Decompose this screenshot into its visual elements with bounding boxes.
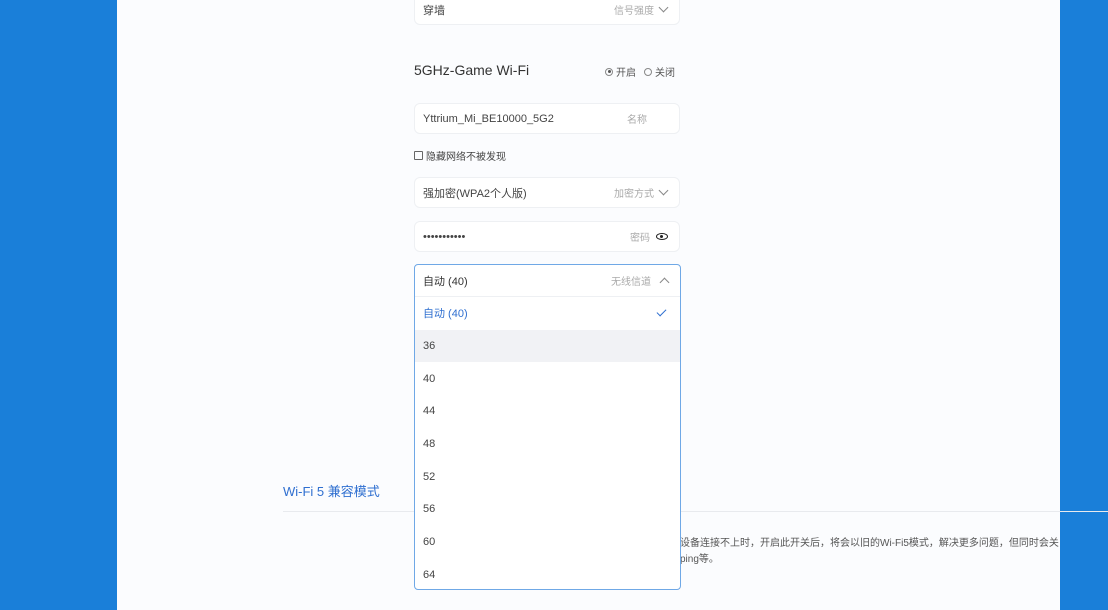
hide-network-checkbox[interactable] [414, 151, 423, 160]
signal-strength-value: 穿墙 [423, 2, 614, 18]
radio-off-icon[interactable] [644, 68, 652, 76]
wifi5-description-line1: 设备连接不上时，开启此开关后，将会以旧的Wi-Fi5模式，解决更多问题，但同时会… [680, 536, 1108, 552]
signal-strength-hint: 信号强度 [614, 2, 654, 17]
channel-option[interactable]: 56 [415, 493, 680, 526]
radio-off-label[interactable]: 关闭 [655, 64, 675, 79]
channel-option[interactable]: 40 [415, 362, 680, 395]
chevron-down-icon [659, 186, 669, 196]
wifi5-description-line2: ping等。 [680, 552, 1108, 568]
channel-dropdown[interactable]: 自动 (40) 无线信道 自动 (40) 36 40 44 48 52 56 6… [414, 264, 681, 590]
channel-option[interactable]: 自动 (40) [415, 297, 680, 330]
settings-panel: 穿墙 信号强度 5GHz-Game Wi-Fi 开启 关闭 Yttrium_Mi… [117, 0, 1060, 610]
password-value: ••••••••••• [423, 231, 630, 243]
encryption-select[interactable]: 强加密(WPA2个人版) 加密方式 [414, 177, 680, 208]
encryption-value: 强加密(WPA2个人版) [423, 185, 614, 201]
channel-selected-value: 自动 (40) [423, 273, 611, 289]
radio-on-label[interactable]: 开启 [616, 64, 636, 79]
hide-network-row[interactable]: 隐藏网络不被发现 [414, 148, 506, 163]
ssid-hint: 名称 [627, 111, 647, 126]
channel-option[interactable]: 48 [415, 428, 680, 461]
wifi5-title: Wi-Fi 5 兼容模式 [283, 481, 380, 500]
channel-hint: 无线信道 [611, 273, 651, 288]
ssid-value: Yttrium_Mi_BE10000_5G2 [423, 113, 627, 125]
ssid-field[interactable]: Yttrium_Mi_BE10000_5G2 名称 [414, 103, 680, 134]
eye-icon[interactable] [656, 233, 668, 240]
signal-strength-select[interactable]: 穿墙 信号强度 [414, 0, 680, 25]
encryption-hint: 加密方式 [614, 185, 654, 200]
chevron-up-icon [660, 277, 670, 287]
channel-option[interactable]: 44 [415, 395, 680, 428]
password-field[interactable]: ••••••••••• 密码 [414, 221, 680, 252]
band-title: 5GHz-Game Wi-Fi [414, 62, 529, 78]
checkmark-icon [657, 307, 667, 317]
channel-option[interactable]: 64 [415, 559, 680, 591]
channel-option[interactable]: 52 [415, 460, 680, 493]
band-toggle: 开启 关闭 [605, 64, 675, 79]
password-hint: 密码 [630, 229, 650, 244]
radio-on-icon[interactable] [605, 68, 613, 76]
channel-option[interactable]: 36 [415, 330, 680, 363]
hide-network-label: 隐藏网络不被发现 [426, 148, 506, 163]
chevron-down-icon [659, 3, 669, 13]
channel-option[interactable]: 60 [415, 526, 680, 559]
section-divider [283, 511, 1108, 512]
wifi5-description: 设备连接不上时，开启此开关后，将会以旧的Wi-Fi5模式，解决更多问题，但同时会… [680, 536, 1108, 568]
channel-select[interactable]: 自动 (40) 无线信道 [415, 265, 680, 297]
